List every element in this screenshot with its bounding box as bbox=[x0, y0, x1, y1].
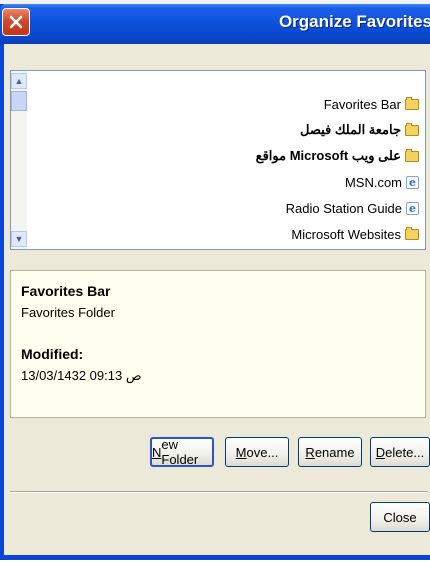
move-button[interactable]: Move... bbox=[225, 437, 289, 467]
close-window-button[interactable] bbox=[2, 8, 30, 36]
folder-icon bbox=[405, 148, 419, 162]
list-item[interactable]: مواقع Microsoft على ويب bbox=[39, 143, 419, 169]
folder-icon bbox=[405, 96, 419, 110]
ie-icon: e bbox=[406, 175, 419, 189]
rename-label: ename bbox=[314, 444, 355, 460]
separator-line bbox=[10, 491, 428, 493]
modified-label: Modified: bbox=[21, 346, 84, 362]
list-item-label: مواقع Microsoft على ويب bbox=[255, 148, 401, 163]
close-icon bbox=[9, 15, 23, 29]
details-panel: Favorites Bar Favorites Folder Modified:… bbox=[10, 270, 426, 418]
list-item-label: Microsoft Websites bbox=[291, 226, 401, 242]
scroll-down-button[interactable]: ▼ bbox=[11, 231, 27, 247]
list-item-label: MSN.com bbox=[344, 174, 402, 190]
delete-mnemonic: D bbox=[375, 444, 386, 460]
chevron-down-icon: ▼ bbox=[14, 234, 24, 244]
window-title: Organize Favorites bbox=[278, 12, 430, 31]
move-mnemonic: M bbox=[235, 444, 247, 460]
favorites-list-items: Favorites Bar جامعة الملك فيصل مواقع Micro… bbox=[39, 91, 419, 247]
selected-item-name: Favorites Bar bbox=[21, 283, 111, 299]
ie-icon: e bbox=[406, 201, 419, 215]
list-item[interactable]: Microsoft Websites bbox=[39, 221, 419, 247]
list-item[interactable]: جامعة الملك فيصل bbox=[39, 117, 419, 143]
selected-item-type: Favorites Folder bbox=[21, 305, 115, 320]
move-label: ove... bbox=[246, 444, 279, 460]
new-folder-mnemonic: N bbox=[152, 444, 162, 460]
folder-icon bbox=[405, 226, 419, 240]
scroll-up-button[interactable]: ▲ bbox=[11, 73, 27, 89]
chevron-up-icon: ▲ bbox=[14, 76, 24, 86]
delete-label: elete... bbox=[385, 444, 425, 460]
rename-mnemonic: R bbox=[305, 444, 315, 460]
organize-favorites-dialog: Organize Favorites ▲ ▼ Favorites Bar جامع… bbox=[0, 4, 430, 560]
new-folder-label: ew Folder bbox=[161, 437, 199, 467]
delete-button[interactable]: Delete... bbox=[370, 437, 430, 467]
list-item[interactable]: Radio Station Guide e bbox=[39, 195, 419, 221]
list-item[interactable]: Favorites Bar bbox=[39, 91, 419, 117]
modified-value: 13/03/1432 09:13 ص bbox=[21, 368, 142, 383]
rename-button[interactable]: Rename bbox=[298, 437, 362, 467]
vertical-scrollbar[interactable]: ▲ ▼ bbox=[11, 71, 27, 249]
new-folder-button[interactable]: New Folder bbox=[150, 437, 214, 467]
list-item[interactable]: MSN.com e bbox=[39, 169, 419, 195]
favorites-list[interactable]: ▲ ▼ Favorites Bar جامعة الملك فيصل مواقع M… bbox=[10, 70, 426, 250]
list-item-label: جامعة الملك فيصل bbox=[299, 122, 401, 137]
close-button[interactable]: Close bbox=[370, 502, 430, 532]
folder-icon bbox=[405, 122, 419, 136]
scroll-thumb[interactable] bbox=[11, 91, 27, 111]
list-item-label: Radio Station Guide bbox=[285, 200, 402, 216]
list-item-label: Favorites Bar bbox=[323, 96, 401, 112]
title-bar[interactable]: Organize Favorites bbox=[0, 4, 430, 44]
